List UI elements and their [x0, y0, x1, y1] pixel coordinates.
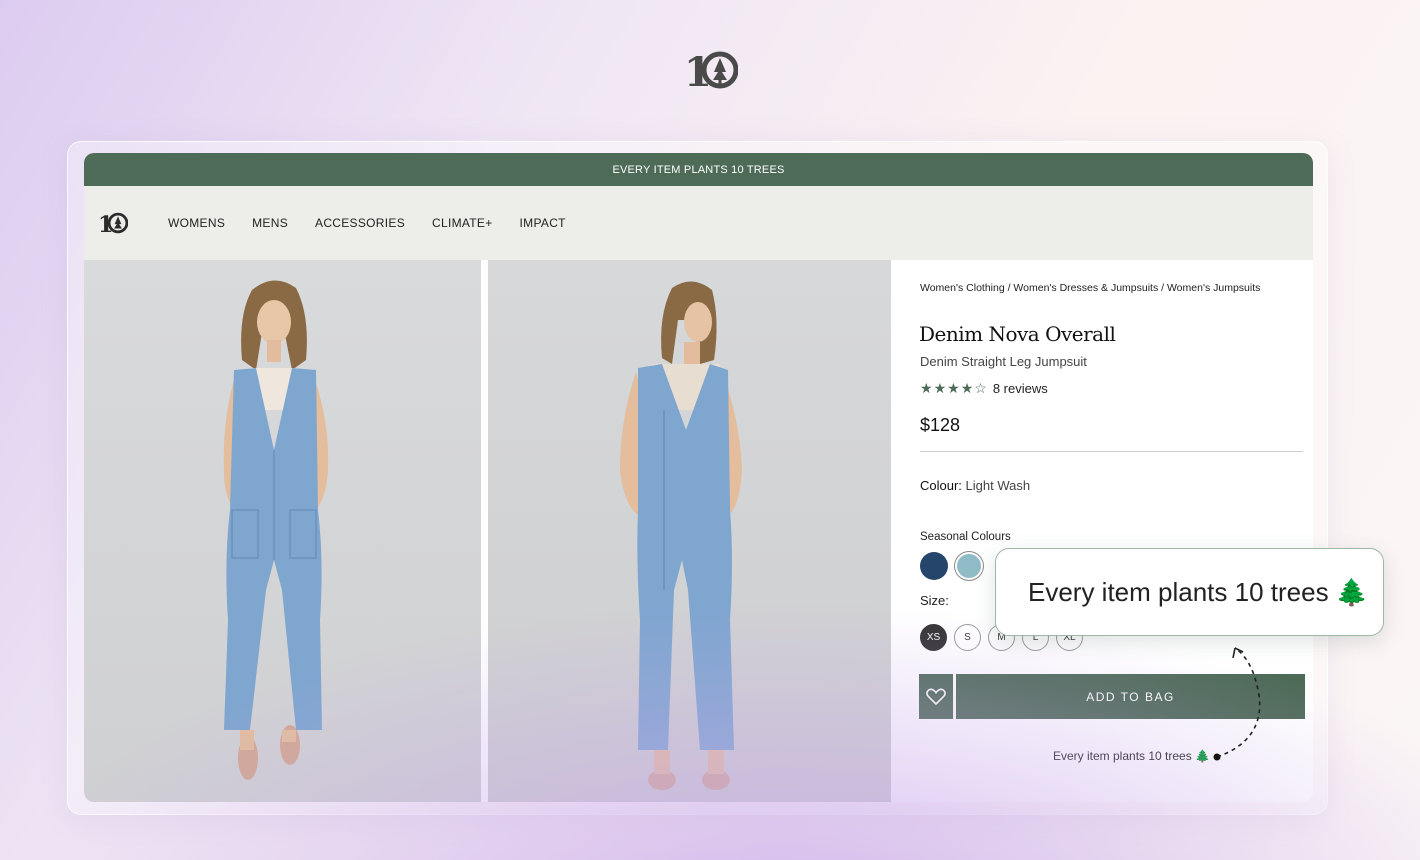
colour-label: Colour: [920, 478, 962, 493]
star-icon: ★ [933, 380, 948, 396]
heart-icon [926, 688, 946, 705]
promo-bar: EVERY ITEM PLANTS 10 TREES [84, 153, 1313, 186]
product-price: $128 [920, 415, 961, 435]
product-image-front[interactable] [84, 260, 481, 802]
nav-link-climate[interactable]: CLIMATE+ [432, 216, 493, 230]
product-rating[interactable]: ★★★★☆ 8 reviews [920, 380, 1048, 397]
trees-callout: Every item plants 10 trees 🌲 [995, 548, 1384, 636]
size-xs[interactable]: XS [920, 624, 947, 651]
star-icon: ★ [920, 380, 934, 396]
star-empty-icon: ☆ [974, 380, 988, 396]
svg-text:1: 1 [684, 50, 712, 90]
product-subtitle: Denim Straight Leg Jumpsuit [920, 354, 1087, 369]
nav-link-accessories[interactable]: ACCESSORIES [315, 216, 405, 230]
star-icon: ★ [960, 380, 975, 396]
colour-selection: Colour: Light Wash [920, 478, 1030, 493]
product-image-back[interactable] [488, 260, 891, 802]
size-label: Size: [920, 593, 949, 608]
colour-value: Light Wash [965, 478, 1031, 493]
swatch-navy[interactable] [920, 552, 948, 580]
product-title: Denim Nova Overall [919, 322, 1116, 346]
callout-text: Every item plants 10 trees 🌲 [1028, 576, 1369, 607]
seasonal-colours-label: Seasonal Colours [920, 531, 1011, 543]
star-rating-icon: ★★★★☆ [920, 380, 988, 397]
swatch-light-wash[interactable] [957, 554, 981, 578]
model-front-illustration [223, 280, 329, 780]
breadcrumb[interactable]: Women's Clothing / Women's Dresses & Jum… [920, 282, 1260, 294]
nav-link-mens[interactable]: MENS [252, 216, 288, 230]
product-page: Women's Clothing / Women's Dresses & Jum… [84, 260, 1313, 802]
star-icon: ★ [947, 380, 961, 396]
main-nav: 1 WOMENS MENS ACCESSORIES CLIMATE+ IMPAC… [84, 186, 1313, 260]
callout-arrow-icon [1213, 647, 1261, 761]
image-divider [481, 260, 488, 802]
divider [920, 451, 1303, 452]
trees-note: Every item plants 10 trees 🌲 [1053, 749, 1211, 763]
size-s[interactable]: S [954, 624, 981, 651]
model-back-illustration [620, 281, 742, 790]
wishlist-button[interactable] [919, 674, 953, 719]
promo-text: EVERY ITEM PLANTS 10 TREES [612, 163, 785, 176]
reviews-count[interactable]: 8 reviews [993, 381, 1048, 396]
brand-logo: 1 [684, 50, 738, 90]
nav-logo[interactable]: 1 [98, 210, 128, 236]
nav-link-impact[interactable]: IMPACT [520, 216, 566, 230]
nav-link-womens[interactable]: WOMENS [168, 216, 225, 230]
